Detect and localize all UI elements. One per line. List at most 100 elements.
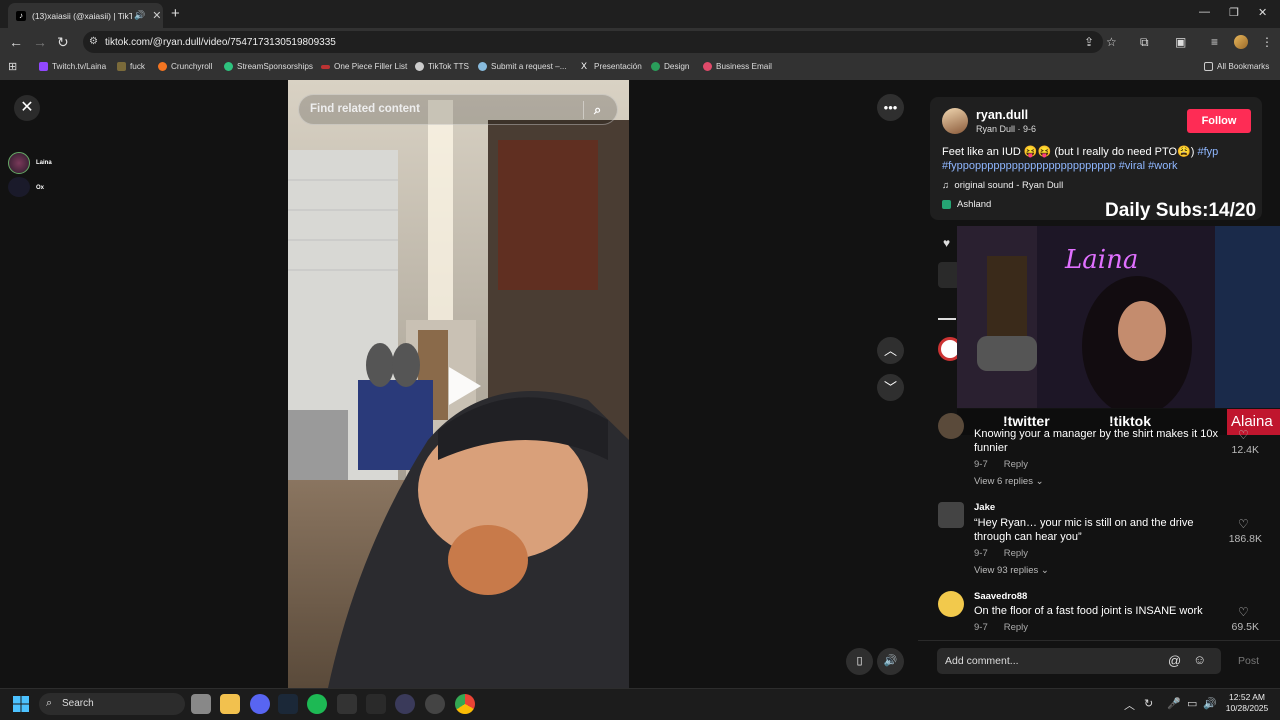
sync-icon[interactable]: ↻ bbox=[1144, 697, 1153, 710]
streamer-webcam: Laina bbox=[957, 226, 1280, 408]
hashtag[interactable]: #fyppoppppppppppppppppppppppp bbox=[942, 160, 1116, 172]
comment-like-icon[interactable]: ♡ bbox=[1238, 605, 1249, 619]
post-button[interactable]: Post bbox=[1238, 655, 1259, 667]
tray-overflow-icon[interactable]: ︿ bbox=[1124, 697, 1135, 713]
comment-avatar[interactable] bbox=[938, 413, 964, 439]
reload-icon[interactable]: ↻ bbox=[57, 34, 69, 51]
comment-author[interactable]: Saavedro88 bbox=[974, 591, 1027, 602]
taskbar-search[interactable]: ⌕ Search bbox=[39, 693, 185, 715]
chevron-up-icon[interactable]: ︿ bbox=[877, 337, 904, 364]
bookmark-onepiece[interactable]: One Piece Filler List bbox=[321, 62, 407, 71]
network-icon[interactable]: ▭ bbox=[1187, 697, 1197, 710]
reply-button[interactable]: Reply bbox=[1004, 459, 1028, 470]
hashtag[interactable]: #work bbox=[1148, 160, 1177, 172]
site-info-icon[interactable]: ⚙ bbox=[89, 36, 98, 47]
close-icon[interactable]: ✕ bbox=[14, 95, 40, 121]
apps-grid-icon[interactable]: ⊞ bbox=[8, 60, 17, 73]
window-close-icon[interactable]: ✕ bbox=[1258, 6, 1267, 19]
new-tab-button[interactable]: + bbox=[171, 5, 180, 22]
mic-icon[interactable]: 🎤 bbox=[1167, 697, 1181, 710]
hashtag[interactable]: #fyp bbox=[1197, 146, 1218, 158]
autoscroll-icon[interactable]: ▯ bbox=[846, 648, 873, 675]
speaker-icon[interactable]: 🔊 bbox=[1203, 697, 1217, 710]
spotify-icon[interactable] bbox=[307, 694, 327, 714]
location-link[interactable]: Ashland bbox=[942, 199, 991, 210]
profile-avatar[interactable] bbox=[1234, 35, 1248, 49]
tab-close-icon[interactable]: ✕ bbox=[152, 9, 161, 22]
comment-meta: 9-7 Reply bbox=[974, 548, 1028, 559]
maximize-icon[interactable]: ❐ bbox=[1229, 6, 1239, 19]
bookmark-crunchyroll[interactable]: Crunchyroll bbox=[158, 62, 212, 71]
app-icon[interactable] bbox=[395, 694, 415, 714]
url-text: tiktok.com/@ryan.dull/video/754717313051… bbox=[105, 36, 336, 48]
bookmark-submit-request[interactable]: Submit a request –... bbox=[478, 62, 567, 71]
discord-icon[interactable] bbox=[250, 694, 270, 714]
comment-like-count: 69.5K bbox=[1231, 621, 1259, 633]
view-replies-button[interactable]: View 6 replies ⌄ bbox=[974, 476, 1044, 487]
play-icon[interactable] bbox=[443, 365, 483, 407]
steam-icon[interactable] bbox=[278, 694, 298, 714]
chrome-icon[interactable] bbox=[455, 694, 475, 714]
file-explorer-icon[interactable] bbox=[220, 694, 240, 714]
obs-icon[interactable] bbox=[425, 694, 445, 714]
media-control-icon[interactable]: ≡ bbox=[1211, 35, 1218, 49]
chat-avatar-laina bbox=[8, 152, 30, 174]
streamer-name: Alaina bbox=[1227, 409, 1280, 435]
task-view-icon[interactable] bbox=[191, 694, 211, 714]
clock-date: 10/28/2025 bbox=[1225, 703, 1269, 713]
back-icon[interactable]: ← bbox=[9, 34, 23, 50]
author-avatar[interactable] bbox=[942, 108, 968, 134]
bookmark-design[interactable]: Design bbox=[651, 62, 690, 71]
extensions-icon[interactable]: ⧉ bbox=[1140, 35, 1149, 50]
xbox-icon[interactable] bbox=[366, 694, 386, 714]
more-icon[interactable]: ••• bbox=[877, 94, 904, 121]
webcam-frame: Laina bbox=[957, 226, 1280, 408]
search-icon[interactable]: ⌕ bbox=[594, 102, 601, 118]
clock-time: 12:52 AM bbox=[1229, 692, 1265, 702]
sidebar-icon[interactable]: ▣ bbox=[1175, 35, 1186, 49]
bookmark-business-email[interactable]: Business Email bbox=[703, 62, 772, 71]
chat-avatar-ox bbox=[8, 177, 30, 197]
all-bookmarks[interactable]: All Bookmarks bbox=[1204, 62, 1269, 71]
chevron-down-icon[interactable]: ﹀ bbox=[877, 374, 904, 401]
bookmark-tiktok-tts[interactable]: TikTok TTS bbox=[415, 62, 469, 71]
comment-like-icon[interactable]: ♡ bbox=[1238, 517, 1249, 531]
comment-like-icon[interactable]: ♡ bbox=[1238, 428, 1249, 442]
address-bar[interactable]: ⚙ tiktok.com/@ryan.dull/video/7547173130… bbox=[83, 31, 1103, 53]
minimize-icon[interactable]: — bbox=[1199, 6, 1210, 18]
bookmark-presentacion[interactable]: X Presentación bbox=[581, 62, 642, 72]
related-search-input[interactable]: Find related content ⌕ bbox=[298, 94, 618, 125]
forward-icon[interactable]: → bbox=[33, 34, 47, 50]
at-icon[interactable]: @ bbox=[1168, 653, 1181, 668]
star-icon[interactable]: ☆ bbox=[1106, 35, 1117, 49]
browser-tab[interactable]: ♪ (13)xaiasii (@xaiasii) | TikTok 🔊 ✕ bbox=[8, 3, 163, 28]
menu-icon[interactable]: ⋮ bbox=[1261, 35, 1273, 49]
reply-button[interactable]: Reply bbox=[1004, 548, 1028, 559]
app-icon[interactable] bbox=[337, 694, 357, 714]
author-username[interactable]: ryan.dull bbox=[976, 108, 1028, 122]
comment-avatar[interactable] bbox=[938, 591, 964, 617]
hashtag[interactable]: #viral bbox=[1119, 160, 1145, 172]
tiktok-favicon-icon: ♪ bbox=[16, 10, 26, 21]
reply-button[interactable]: Reply bbox=[1004, 622, 1028, 633]
heart-icon[interactable]: ♥ bbox=[943, 236, 950, 250]
sound-link[interactable]: ♫ original sound - Ryan Dull bbox=[942, 180, 1063, 191]
system-clock[interactable]: 12:52 AM 10/28/2025 bbox=[1222, 692, 1272, 714]
volume-icon[interactable]: 🔊 bbox=[877, 648, 904, 675]
bookmark-twitch[interactable]: Twitch.tv/Laina bbox=[39, 62, 106, 71]
comment-date: 9-7 bbox=[974, 622, 988, 633]
bookmark-fuck[interactable]: fuck bbox=[117, 62, 145, 71]
daily-subs-counter: Daily Subs:14/20 bbox=[1105, 200, 1257, 221]
tab-title: (13)xaiasii (@xaiasii) | TikTok bbox=[32, 10, 132, 21]
comment-author[interactable]: Jake bbox=[974, 502, 995, 513]
comment-date: 9-7 bbox=[974, 459, 988, 470]
audio-playing-icon[interactable]: 🔊 bbox=[134, 10, 145, 21]
caption-text: Feet like an IUD 😝😝 (but I really do nee… bbox=[942, 146, 1198, 158]
follow-button[interactable]: Follow bbox=[1187, 109, 1251, 133]
emoji-icon[interactable]: ☺ bbox=[1193, 652, 1206, 667]
windows-start-icon[interactable] bbox=[13, 696, 29, 712]
install-icon[interactable]: ⇪ bbox=[1084, 35, 1094, 49]
comment-avatar[interactable] bbox=[938, 502, 964, 528]
view-replies-button[interactable]: View 93 replies ⌄ bbox=[974, 565, 1049, 576]
bookmark-streamsponsorships[interactable]: StreamSponsorships bbox=[224, 62, 313, 71]
